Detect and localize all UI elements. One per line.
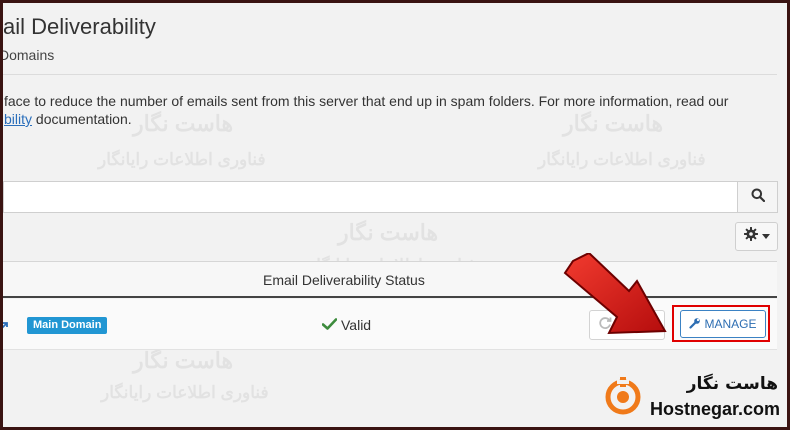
watermark-text: فناوری اطلاعات رایانگار (538, 150, 706, 169)
wrench-icon (689, 317, 701, 332)
watermark-text: فناوری اطلاعات رایانگار (98, 150, 266, 169)
description-line: bility documentation. (4, 110, 779, 128)
documentation-link[interactable]: bility (4, 111, 32, 127)
watermark-text: فناوری اطلاعات رایانگار (101, 383, 269, 402)
check-icon (321, 317, 338, 333)
page-title: ail Deliverability (3, 14, 156, 39)
search-icon (751, 188, 765, 207)
manage-label: MANAGE (704, 317, 757, 331)
gear-icon (743, 227, 758, 246)
status-text: Valid (341, 317, 372, 333)
page-subtitle: Domains (3, 47, 55, 63)
search-input[interactable] (3, 181, 737, 213)
watermark-text: هاست نگار (338, 220, 439, 245)
column-header-status: Email Deliverability Status (263, 272, 425, 288)
page-description: face to reduce the number of emails sent… (4, 92, 779, 128)
external-link-icon[interactable] (3, 318, 9, 336)
settings-button[interactable] (735, 222, 778, 251)
main-domain-badge: Main Domain (27, 317, 108, 334)
description-line: face to reduce the number of emails sent… (4, 93, 729, 109)
divider (3, 74, 777, 75)
pointer-arrow-icon (563, 253, 667, 335)
brand-name: Hostnegar.com (650, 399, 781, 419)
search-button[interactable] (737, 181, 778, 213)
deliverability-status: Valid (321, 317, 372, 333)
manage-button[interactable]: MANAGE (680, 310, 766, 338)
brand-name-fa: هاست نگار (686, 374, 778, 394)
watermark-text: هاست نگار (133, 348, 234, 373)
chevron-down-icon (761, 234, 770, 239)
description-text: documentation. (32, 111, 132, 127)
page-frame: هاست نگار فناوری اطلاعات رایانگار هاست ن… (3, 3, 787, 427)
hostnegar-logo-icon (605, 377, 641, 415)
